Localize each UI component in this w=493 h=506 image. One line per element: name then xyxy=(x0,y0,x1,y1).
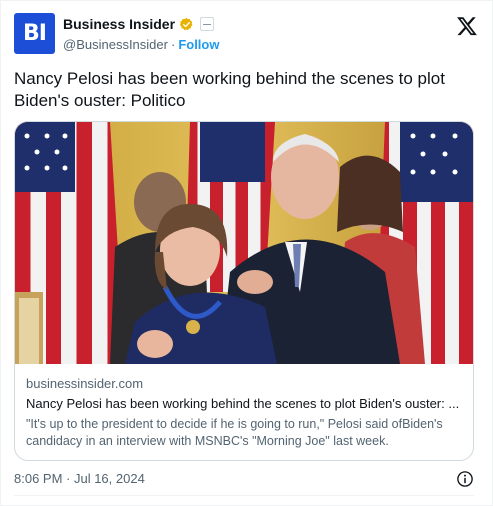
photo-illustration xyxy=(15,122,473,364)
avatar[interactable]: BI xyxy=(14,13,55,54)
tweet-header: BI Business Insider @BusinessInsider · F… xyxy=(14,13,480,55)
divider xyxy=(14,495,474,496)
display-name[interactable]: Business Insider xyxy=(63,16,175,32)
timestamp[interactable]: 8:06 PM · Jul 16, 2024 xyxy=(14,471,145,486)
link-description: "It's up to the president to decide if h… xyxy=(26,417,443,448)
separator-dot: · xyxy=(170,37,176,52)
name-row: Business Insider xyxy=(63,16,215,32)
handle[interactable]: @BusinessInsider xyxy=(63,37,168,52)
follow-button[interactable]: Follow xyxy=(178,37,219,52)
link-preview-card[interactable]: businessinsider.com Nancy Pelosi has bee… xyxy=(14,121,474,461)
tweet-text: Nancy Pelosi has been working behind the… xyxy=(14,69,445,110)
tweet-footer: 8:06 PM · Jul 16, 2024 xyxy=(14,471,480,489)
link-title[interactable]: Nancy Pelosi has been working behind the… xyxy=(26,396,466,411)
tweet-card: BI Business Insider @BusinessInsider · F… xyxy=(0,0,493,506)
link-meta: businessinsider.com Nancy Pelosi has bee… xyxy=(26,376,466,450)
link-preview-image[interactable] xyxy=(15,122,473,364)
x-logo-icon[interactable] xyxy=(456,15,478,37)
verified-badge-icon[interactable] xyxy=(179,17,194,32)
link-domain[interactable]: businessinsider.com xyxy=(26,376,466,391)
handle-row: @BusinessInsider · Follow xyxy=(63,37,219,52)
affiliation-badge-icon[interactable] xyxy=(200,17,215,31)
info-icon[interactable] xyxy=(456,470,474,488)
